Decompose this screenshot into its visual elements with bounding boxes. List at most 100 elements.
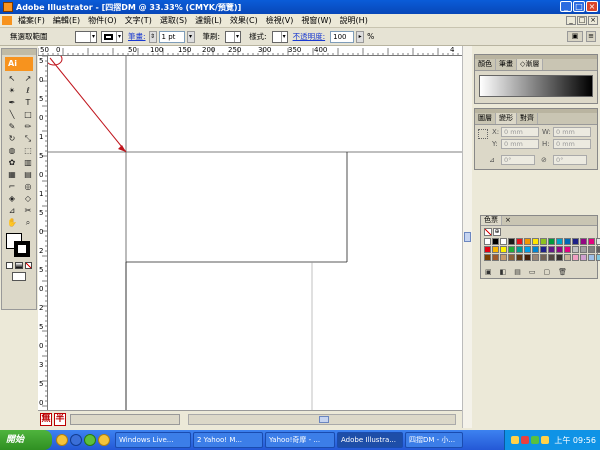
- doc-restore-button[interactable]: □: [577, 16, 587, 25]
- rotate-tool-icon[interactable]: ↻: [5, 133, 19, 144]
- color-swatch[interactable]: [540, 238, 547, 245]
- reference-point-icon[interactable]: [478, 129, 488, 139]
- free-transform-tool-icon[interactable]: ⬚: [21, 145, 35, 156]
- eyedropper-tool-icon[interactable]: ⌐: [5, 181, 19, 192]
- tab-swatches[interactable]: 色票: [481, 216, 502, 225]
- warp-tool-icon[interactable]: ◍: [5, 145, 19, 156]
- menu-effect[interactable]: 效果(C): [226, 15, 262, 26]
- tab-gradient[interactable]: ◇漸層: [517, 59, 544, 70]
- vertical-scrollbar[interactable]: [462, 46, 472, 428]
- color-swatch[interactable]: [596, 254, 600, 261]
- color-swatch[interactable]: [524, 254, 531, 261]
- color-swatch[interactable]: [572, 254, 579, 261]
- brush-selector[interactable]: ▾: [225, 30, 242, 43]
- color-mode-button[interactable]: [6, 262, 14, 269]
- color-swatch[interactable]: [580, 238, 587, 245]
- color-swatch[interactable]: [556, 254, 563, 261]
- style-selector[interactable]: ▾: [271, 30, 288, 43]
- artboard-canvas[interactable]: [48, 56, 462, 410]
- document-setup-icon[interactable]: ▣: [567, 31, 583, 42]
- menu-type[interactable]: 文字(T): [121, 15, 156, 26]
- shear-field[interactable]: 0°: [553, 155, 587, 165]
- taskbar-button-windows-live[interactable]: Windows Live...: [115, 432, 191, 448]
- gradient-tool-icon[interactable]: ▤: [21, 169, 35, 180]
- menu-edit[interactable]: 編輯(E): [49, 15, 84, 26]
- color-swatch[interactable]: [508, 238, 515, 245]
- menu-file[interactable]: 檔案(F): [14, 15, 49, 26]
- color-swatch[interactable]: [492, 254, 499, 261]
- color-swatch[interactable]: [532, 238, 539, 245]
- status-info-field[interactable]: [70, 414, 180, 425]
- color-swatch[interactable]: [556, 246, 563, 253]
- swatch-libraries-icon[interactable]: ▣: [485, 268, 492, 276]
- tab-layers[interactable]: 圖層: [475, 113, 496, 124]
- status-button-1[interactable]: 無: [40, 413, 52, 426]
- opacity-label[interactable]: 不透明度:: [293, 31, 326, 42]
- color-swatch[interactable]: [508, 246, 515, 253]
- column-graph-tool-icon[interactable]: ▥: [21, 157, 35, 168]
- color-swatch[interactable]: [492, 238, 499, 245]
- pen-tool-icon[interactable]: ✒: [5, 97, 19, 108]
- color-swatch[interactable]: [588, 254, 595, 261]
- tray-icon[interactable]: [511, 436, 520, 444]
- stroke-weight-spinner[interactable]: ⇕: [148, 30, 157, 43]
- menu-object[interactable]: 物件(O): [84, 15, 121, 26]
- pencil-tool-icon[interactable]: ✏: [21, 121, 35, 132]
- color-swatch[interactable]: [524, 246, 531, 253]
- color-swatch[interactable]: [540, 246, 547, 253]
- color-swatch[interactable]: [588, 238, 595, 245]
- stroke-weight-field[interactable]: 1 pt: [158, 30, 185, 43]
- symbol-sprayer-tool-icon[interactable]: ✿: [5, 157, 19, 168]
- color-swatch[interactable]: [548, 246, 555, 253]
- color-swatch[interactable]: [508, 254, 515, 261]
- show-kinds-icon[interactable]: ◧: [500, 268, 507, 276]
- line-tool-icon[interactable]: ╲: [5, 109, 19, 120]
- gradient-ramp[interactable]: [479, 75, 593, 97]
- gradient-mode-button[interactable]: [15, 262, 23, 269]
- color-swatch[interactable]: [548, 238, 555, 245]
- color-swatch[interactable]: [588, 246, 595, 253]
- slice-tool-icon[interactable]: ⊿: [5, 205, 19, 216]
- color-swatch[interactable]: [500, 254, 507, 261]
- none-mode-button[interactable]: [24, 262, 32, 269]
- menu-help[interactable]: 說明(H): [336, 15, 372, 26]
- swatch-options-icon[interactable]: ▤: [514, 268, 521, 276]
- color-swatch[interactable]: [484, 246, 491, 253]
- tray-icon[interactable]: [541, 436, 550, 444]
- menu-select[interactable]: 選取(S): [156, 15, 191, 26]
- tray-icon[interactable]: [521, 436, 530, 444]
- hand-tool-icon[interactable]: ✋: [5, 217, 19, 228]
- magic-wand-tool-icon[interactable]: ✴: [5, 85, 19, 96]
- close-button[interactable]: ×: [586, 1, 598, 12]
- blend-tool-icon[interactable]: ◎: [21, 181, 35, 192]
- none-swatch[interactable]: [484, 228, 492, 236]
- screen-mode-button[interactable]: [12, 272, 26, 281]
- color-swatch[interactable]: [516, 246, 523, 253]
- tab-color[interactable]: 顏色: [475, 59, 496, 70]
- tools-panel-grip[interactable]: [2, 49, 36, 55]
- taskbar-button-paint[interactable]: 四摺DM - 小...: [405, 432, 463, 448]
- color-swatch[interactable]: [596, 238, 600, 245]
- color-swatch[interactable]: [540, 254, 547, 261]
- menu-window[interactable]: 視窗(W): [297, 15, 335, 26]
- color-swatch[interactable]: [564, 246, 571, 253]
- mesh-tool-icon[interactable]: ▦: [5, 169, 19, 180]
- document-icon[interactable]: [2, 16, 12, 25]
- scale-tool-icon[interactable]: ⤡: [21, 133, 35, 144]
- new-swatch-icon[interactable]: ▢: [544, 268, 551, 276]
- color-swatch[interactable]: [580, 246, 587, 253]
- taskbar-button-yahoo[interactable]: Yahoo!奇摩 - ...: [265, 432, 335, 448]
- tray-icon[interactable]: [531, 436, 540, 444]
- horizontal-scrollbar[interactable]: [188, 414, 456, 425]
- color-swatch[interactable]: [556, 238, 563, 245]
- rotate-field[interactable]: 0°: [501, 155, 535, 165]
- vertical-scroll-thumb[interactable]: [464, 232, 471, 242]
- taskbar-button-illustrator[interactable]: Adobe Illustra...: [337, 432, 403, 448]
- panel-menu-icon[interactable]: ≡: [586, 31, 596, 42]
- delete-swatch-icon[interactable]: 🗑: [558, 268, 567, 276]
- color-swatch[interactable]: [564, 254, 571, 261]
- x-field[interactable]: 0 mm: [501, 127, 539, 137]
- menu-view[interactable]: 檢視(V): [262, 15, 298, 26]
- lasso-tool-icon[interactable]: ℓ: [21, 85, 35, 96]
- doc-close-button[interactable]: ×: [588, 16, 598, 25]
